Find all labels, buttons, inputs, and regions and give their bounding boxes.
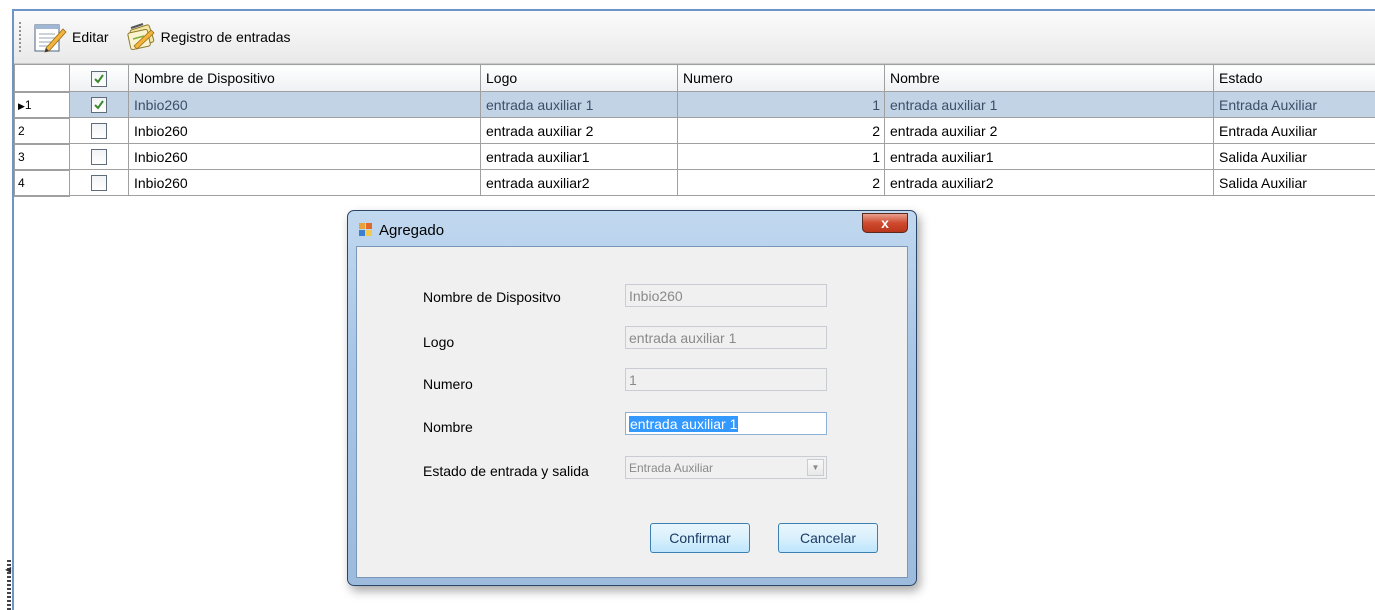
- device-value: Inbio260: [629, 287, 683, 304]
- cell-device[interactable]: Inbio260: [128, 169, 481, 196]
- logo-label: Logo: [423, 334, 455, 350]
- cell-device[interactable]: Inbio260: [128, 117, 481, 144]
- cell-nombre[interactable]: entrada auxiliar2: [884, 169, 1214, 196]
- edit-button-label: Editar: [72, 29, 109, 45]
- cell-nombre[interactable]: entrada auxiliar 2: [884, 117, 1214, 144]
- nombre-label: Nombre: [423, 419, 473, 435]
- row-header[interactable]: ▶1: [14, 91, 70, 119]
- grid-header-row: Nombre de Dispositivo Logo Numero Nombre…: [14, 64, 1375, 93]
- edit-notepad-icon: [34, 24, 67, 53]
- cancel-button[interactable]: Cancelar: [778, 523, 878, 553]
- cell-logo[interactable]: entrada auxiliar1: [480, 143, 678, 170]
- table-row[interactable]: 4 Inbio260 entrada auxiliar2 2 entrada a…: [14, 169, 1375, 197]
- app-window-icon: [359, 223, 372, 236]
- row-checkbox[interactable]: [91, 175, 107, 192]
- numero-field: 1: [625, 368, 827, 391]
- device-label: Nombre de Dispositvo: [423, 289, 561, 305]
- table-row[interactable]: ▶1 Inbio260 entrada auxiliar 1 1 entrada…: [14, 91, 1375, 119]
- row-header[interactable]: 3: [14, 143, 70, 171]
- cell-nombre[interactable]: entrada auxiliar1: [884, 143, 1214, 170]
- row-header[interactable]: 2: [14, 117, 70, 145]
- close-button[interactable]: x: [862, 213, 908, 233]
- register-entries-label: Registro de entradas: [160, 29, 291, 45]
- cell-numero[interactable]: 1: [677, 91, 885, 118]
- device-field: Inbio260: [625, 284, 827, 307]
- row-checkbox[interactable]: [91, 97, 107, 114]
- row-index: 3: [18, 149, 25, 164]
- row-index: 1: [24, 97, 32, 112]
- column-header-estado[interactable]: Estado: [1213, 64, 1375, 92]
- chevron-down-icon: ▼: [807, 459, 824, 476]
- cell-logo[interactable]: entrada auxiliar 2: [480, 117, 678, 144]
- cell-logo[interactable]: entrada auxiliar2: [480, 169, 678, 196]
- select-all-checkbox-cell[interactable]: [69, 64, 129, 92]
- estado-label: Estado de entrada y salida: [423, 463, 589, 479]
- row-index: 4: [18, 175, 25, 190]
- splitter-arrow-icon[interactable]: ◀: [5, 565, 11, 574]
- nombre-input[interactable]: entrada auxiliar 1: [625, 412, 827, 435]
- row-checkbox[interactable]: [91, 149, 107, 166]
- entries-grid: Nombre de Dispositivo Logo Numero Nombre…: [14, 64, 1375, 197]
- cell-device[interactable]: Inbio260: [128, 143, 481, 170]
- row-checkbox-cell[interactable]: [69, 143, 129, 170]
- row-checkbox-cell[interactable]: [69, 91, 129, 118]
- row-pointer-icon: ▶: [18, 100, 25, 111]
- cell-device[interactable]: Inbio260: [128, 91, 481, 118]
- estado-value: Entrada Auxiliar: [629, 460, 714, 475]
- logo-value: entrada auxiliar 1: [629, 329, 737, 346]
- estado-select: Entrada Auxiliar ▼: [625, 456, 827, 479]
- toolbar-grip[interactable]: [18, 21, 22, 53]
- nombre-value: entrada auxiliar 1: [629, 415, 739, 432]
- register-entries-button[interactable]: Registro de entradas: [121, 17, 295, 57]
- column-header-numero[interactable]: Numero: [677, 64, 885, 92]
- agregado-dialog: Agregado x Nombre de Dispositvo Inbio260…: [347, 210, 917, 586]
- row-header-corner: [14, 64, 70, 93]
- cell-estado[interactable]: Entrada Auxiliar: [1213, 117, 1375, 144]
- select-all-checkbox[interactable]: [91, 70, 107, 87]
- checkmark-icon: [94, 100, 104, 110]
- numero-label: Numero: [423, 376, 473, 392]
- row-header[interactable]: 4: [14, 169, 70, 197]
- cell-estado[interactable]: Entrada Auxiliar: [1213, 91, 1375, 118]
- logo-field: entrada auxiliar 1: [625, 326, 827, 349]
- table-row[interactable]: 3 Inbio260 entrada auxiliar1 1 entrada a…: [14, 143, 1375, 171]
- cell-numero[interactable]: 1: [677, 143, 885, 170]
- dialog-title: Agregado: [379, 221, 445, 239]
- row-index: 2: [18, 123, 25, 138]
- close-icon: x: [881, 215, 889, 231]
- table-row[interactable]: 2 Inbio260 entrada auxiliar 2 2 entrada …: [14, 117, 1375, 145]
- row-checkbox[interactable]: [91, 123, 107, 140]
- checkmark-icon: [94, 74, 104, 84]
- dialog-titlebar[interactable]: Agregado: [359, 219, 444, 241]
- row-checkbox-cell[interactable]: [69, 169, 129, 196]
- row-checkbox-cell[interactable]: [69, 117, 129, 144]
- edit-button[interactable]: Editar: [28, 17, 113, 57]
- column-header-nombre[interactable]: Nombre: [884, 64, 1214, 92]
- numero-value: 1: [629, 371, 637, 388]
- cell-logo[interactable]: entrada auxiliar 1: [480, 91, 678, 118]
- confirm-button[interactable]: Confirmar: [650, 523, 750, 553]
- toolbar: Editar Registro de entradas: [14, 11, 1375, 64]
- cell-estado[interactable]: Salida Auxiliar: [1213, 143, 1375, 170]
- column-header-logo[interactable]: Logo: [480, 64, 678, 92]
- register-entries-icon: [127, 23, 155, 51]
- dialog-body: Nombre de Dispositvo Inbio260 Logo entra…: [356, 246, 908, 578]
- cell-estado[interactable]: Salida Auxiliar: [1213, 169, 1375, 196]
- cell-numero[interactable]: 2: [677, 117, 885, 144]
- cell-nombre[interactable]: entrada auxiliar 1: [884, 91, 1214, 118]
- column-header-device[interactable]: Nombre de Dispositivo: [128, 64, 481, 92]
- cell-numero[interactable]: 2: [677, 169, 885, 196]
